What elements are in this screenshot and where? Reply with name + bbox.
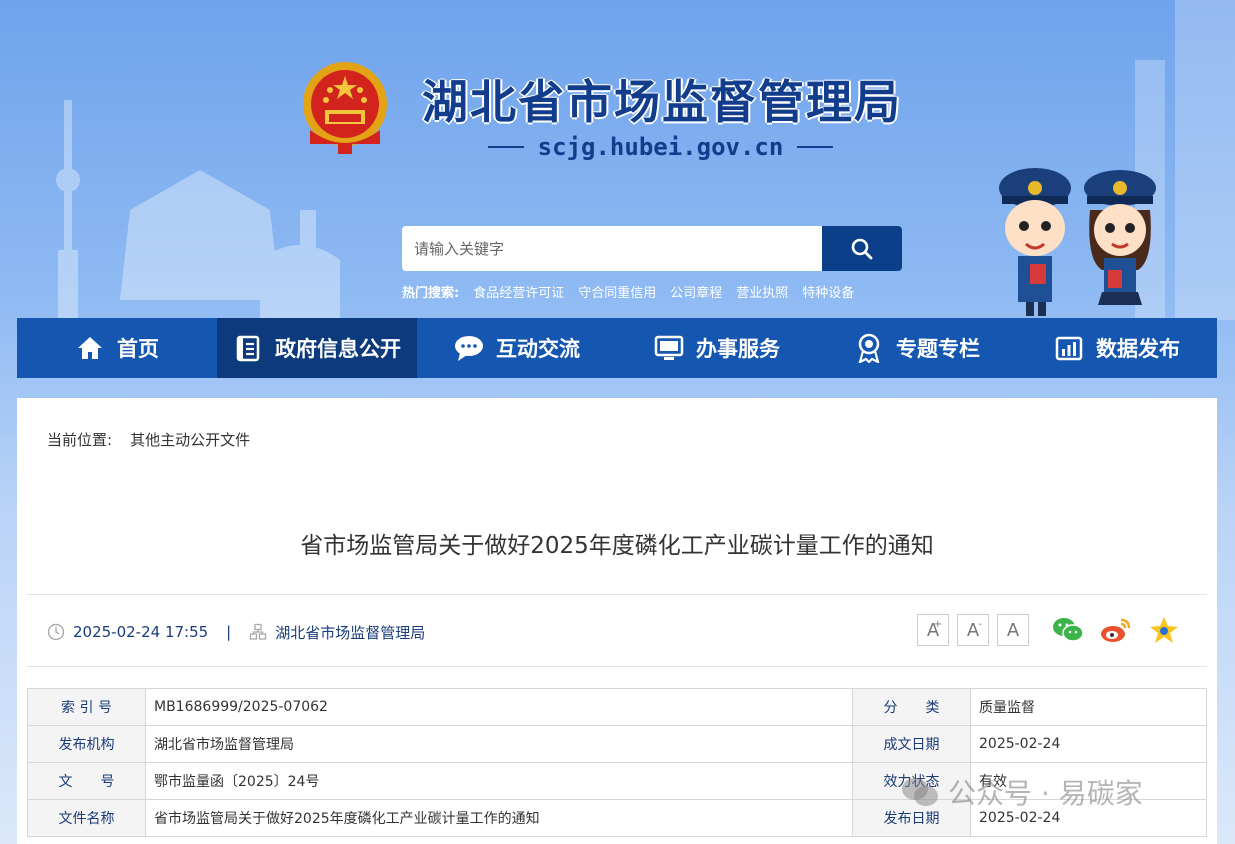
table-row: 索 引 号 MB1686999/2025-07062 分 类 质量监督 — [27, 688, 1207, 726]
meta-separator: | — [226, 623, 232, 641]
nav-item-label: 数据发布 — [1096, 337, 1180, 361]
breadcrumb-label: 当前位置: — [47, 431, 113, 449]
font-smaller-mark: - — [978, 619, 982, 630]
divider — [27, 594, 1207, 595]
table-row: 文 号 鄂市监量函〔2025〕24号 效力状态 有效 — [27, 762, 1207, 800]
font-smaller-label: A — [966, 619, 980, 641]
home-icon — [75, 333, 105, 363]
favorite-star-icon[interactable] — [1148, 614, 1180, 646]
site-domain: scjg.hubei.gov.cn — [537, 133, 784, 161]
divider — [27, 666, 1207, 667]
table-label-cell: 发布机构 — [27, 725, 146, 763]
breadcrumb-current[interactable]: 其他主动公开文件 — [130, 429, 250, 450]
hot-search-link[interactable]: 特种设备 — [802, 282, 854, 301]
award-icon — [854, 333, 884, 363]
document-icon — [233, 333, 263, 363]
nav-item-services[interactable]: 办事服务 — [617, 318, 817, 378]
share-controls — [1052, 614, 1180, 646]
font-size-controls: A + A- A — [917, 614, 1029, 646]
font-larger-mark: + — [933, 619, 942, 630]
table-value-cell: MB1686999/2025-07062 — [145, 688, 853, 726]
nav-item-topics[interactable]: 专题专栏 — [817, 318, 1017, 378]
national-emblem-icon — [303, 62, 387, 154]
hot-search-label: 热门搜索: — [402, 286, 460, 301]
main-nav: 首页 政府信息公开 互动交流 办事服务 专题专栏 数据发布 — [17, 318, 1217, 378]
table-label-cell: 效力状态 — [852, 762, 971, 800]
table-value-cell: 鄂市监量函〔2025〕24号 — [145, 762, 853, 800]
search-box — [402, 226, 902, 271]
nav-item-home[interactable]: 首页 — [17, 318, 217, 378]
table-row: 文件名称 省市场监管局关于做好2025年度磷化工产业碳计量工作的通知 发布日期 … — [27, 799, 1207, 837]
monitor-icon — [654, 333, 684, 363]
site-header: 湖北省市场监督管理局 scjg.hubei.gov.cn 热门搜索: 食品经营许… — [0, 0, 1235, 318]
organization-icon — [250, 623, 267, 640]
site-domain-row: scjg.hubei.gov.cn — [488, 130, 833, 164]
article-container: 当前位置: 其他主动公开文件 省市场监管局关于做好2025年度磷化工产业碳计量工… — [17, 398, 1217, 844]
nav-item-data[interactable]: 数据发布 — [1017, 318, 1217, 378]
breadcrumb: 当前位置: 其他主动公开文件 — [47, 429, 250, 450]
table-label-cell: 文 号 — [27, 762, 146, 800]
table-value-cell: 省市场监管局关于做好2025年度磷化工产业碳计量工作的通知 — [145, 799, 853, 837]
hot-search-link[interactable]: 营业执照 — [736, 282, 788, 301]
nav-item-interaction[interactable]: 互动交流 — [417, 318, 617, 378]
chat-bubble-icon — [454, 333, 484, 363]
article-meta: 2025-02-24 17:55 | 湖北省市场监督管理局 — [47, 620, 425, 644]
bar-chart-icon — [1054, 333, 1084, 363]
article-title: 省市场监管局关于做好2025年度磷化工产业碳计量工作的通知 — [300, 533, 934, 559]
nav-item-label: 办事服务 — [696, 337, 780, 361]
font-default-button[interactable]: A — [997, 614, 1029, 646]
site-title: 湖北省市场监督管理局 — [422, 75, 902, 129]
wechat-icon[interactable] — [1052, 614, 1084, 646]
decorative-line — [797, 146, 833, 148]
table-row: 发布机构 湖北省市场监督管理局 成文日期 2025-02-24 — [27, 725, 1207, 763]
table-label-cell: 分 类 — [852, 688, 971, 726]
search-icon — [851, 238, 873, 259]
clock-icon — [47, 623, 65, 641]
hot-search-link[interactable]: 守合同重信用 — [578, 282, 656, 301]
nav-item-label: 政府信息公开 — [275, 337, 401, 361]
nav-item-label: 专题专栏 — [896, 337, 980, 361]
decorative-line — [488, 146, 524, 148]
hot-search-link[interactable]: 公司章程 — [670, 282, 722, 301]
publisher-name: 湖北省市场监督管理局 — [275, 623, 426, 642]
mascot-illustration — [999, 168, 1156, 316]
nav-item-gov-info[interactable]: 政府信息公开 — [217, 318, 417, 378]
search-input[interactable] — [402, 226, 822, 271]
document-info-table: 索 引 号 MB1686999/2025-07062 分 类 质量监督 发布机构… — [27, 688, 1207, 837]
table-label-cell: 成文日期 — [852, 725, 971, 763]
table-value-cell: 质量监督 — [970, 688, 1207, 726]
table-value-cell: 湖北省市场监督管理局 — [145, 725, 853, 763]
font-default-label: A — [1006, 619, 1020, 641]
table-label-cell: 索 引 号 — [27, 688, 146, 726]
table-value-cell: 2025-02-24 — [970, 799, 1207, 837]
table-label-cell: 文件名称 — [27, 799, 146, 837]
hot-search-link[interactable]: 食品经营许可证 — [473, 282, 564, 301]
nav-item-label: 首页 — [117, 337, 159, 361]
hot-search: 热门搜索: 食品经营许可证 守合同重信用 公司章程 营业执照 特种设备 — [402, 282, 854, 301]
search-button[interactable] — [822, 226, 902, 271]
publish-datetime: 2025-02-24 17:55 — [73, 623, 209, 641]
font-larger-button[interactable]: A + — [917, 614, 949, 646]
table-label-cell: 发布日期 — [852, 799, 971, 837]
table-value-cell: 2025-02-24 — [970, 725, 1207, 763]
table-value-cell: 有效 — [970, 762, 1207, 800]
nav-item-label: 互动交流 — [496, 337, 580, 361]
font-smaller-button[interactable]: A- — [957, 614, 989, 646]
weibo-icon[interactable] — [1100, 614, 1132, 646]
